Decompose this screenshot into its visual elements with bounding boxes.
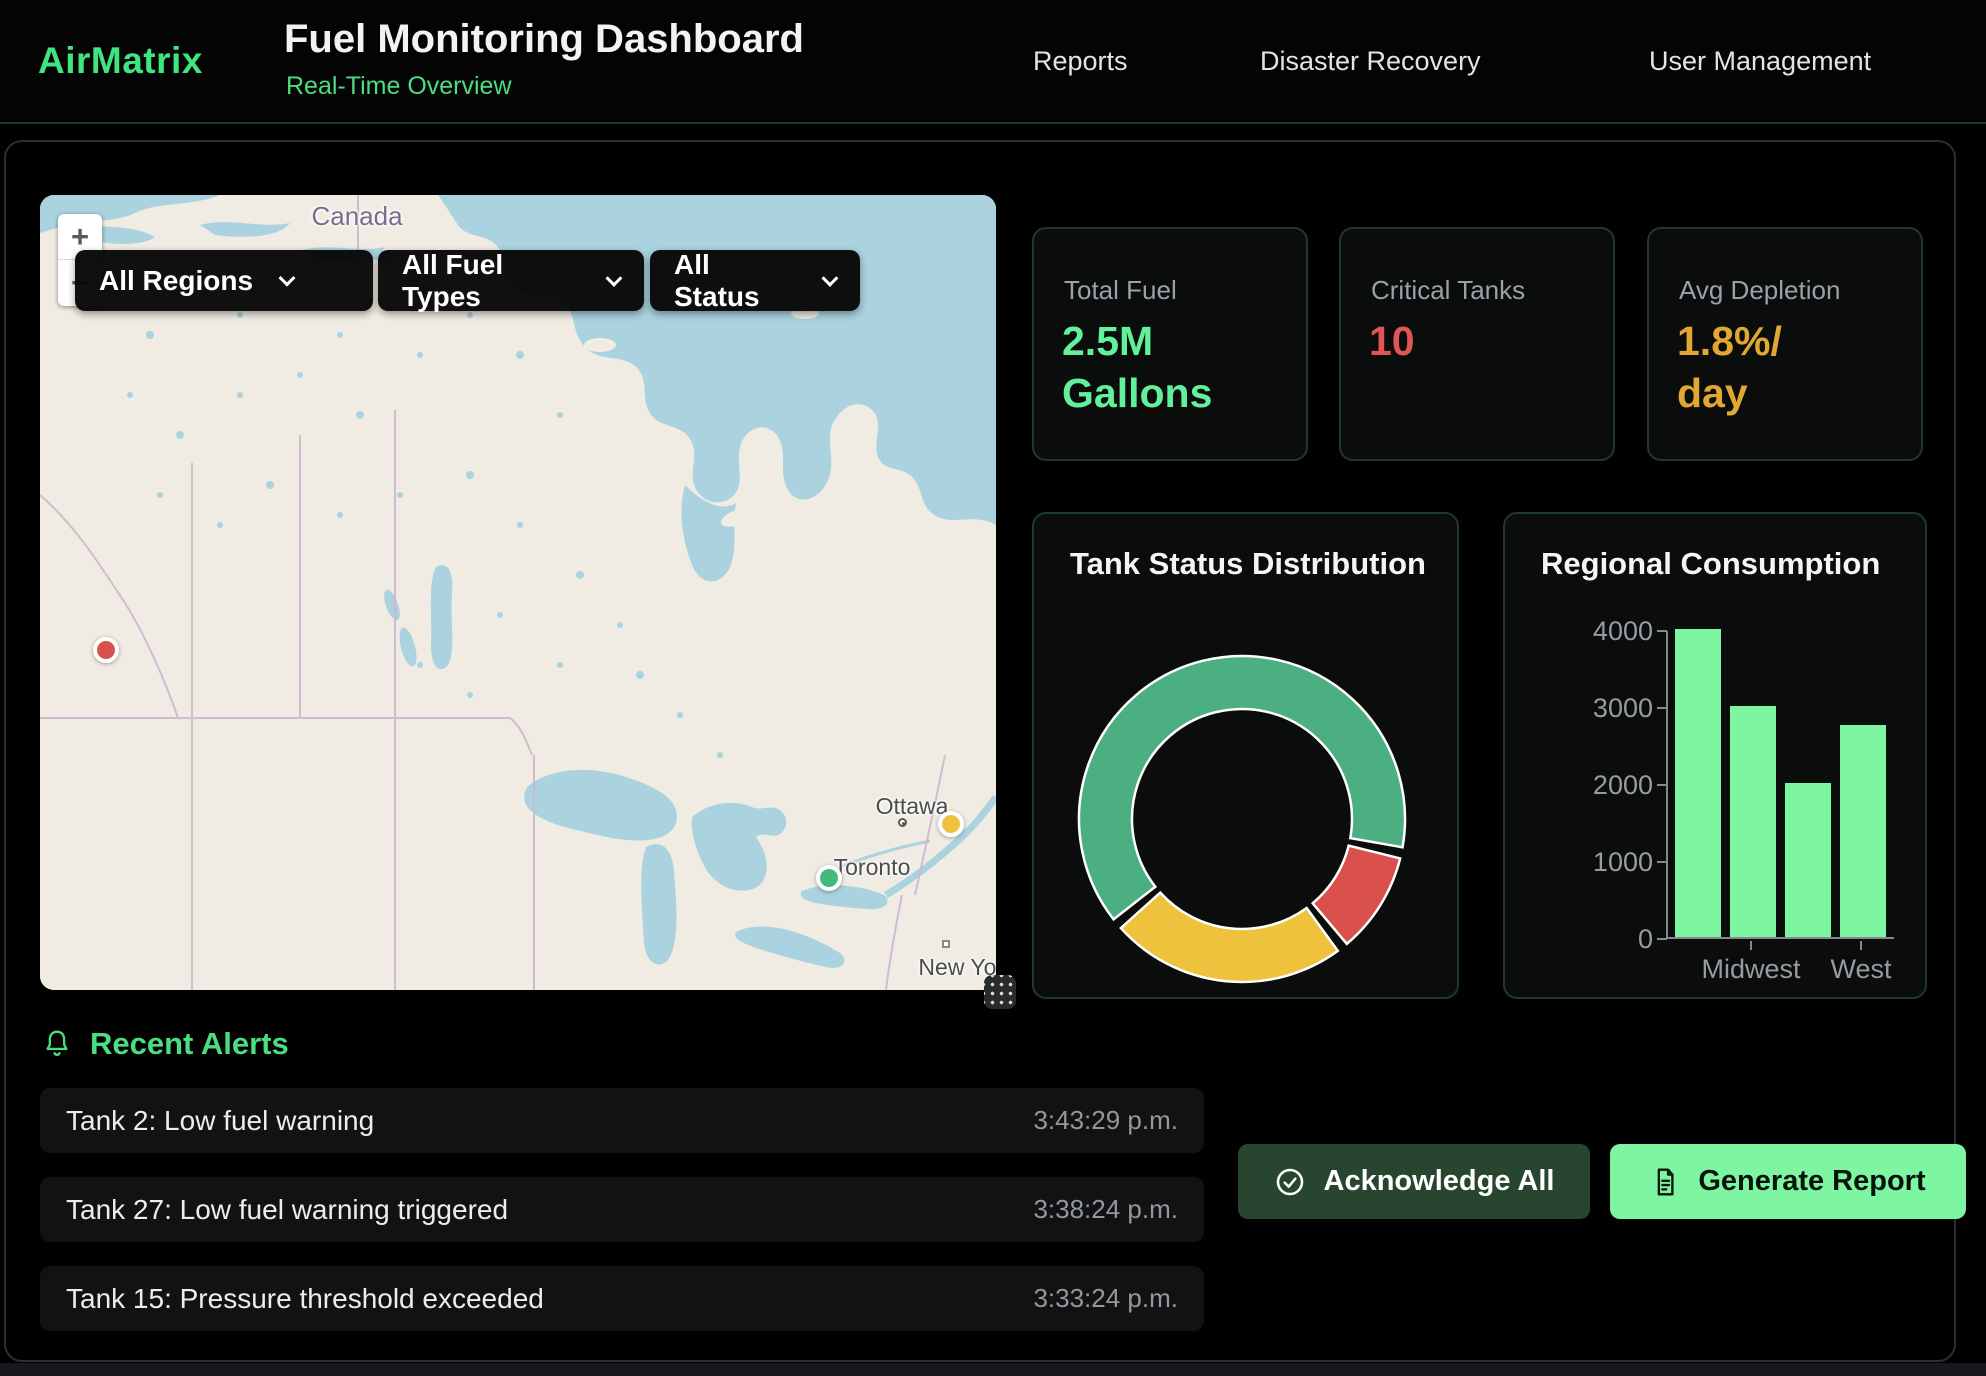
filter-regions-dropdown[interactable]: All Regions bbox=[75, 250, 373, 311]
filter-fuel-types-label: All Fuel Types bbox=[402, 249, 580, 313]
x-axis-tick-label: West bbox=[1830, 954, 1891, 985]
dashboard-panel: Canada Ottawa Toronto New York + − All R… bbox=[4, 140, 1956, 1362]
bar bbox=[1785, 783, 1831, 937]
bar bbox=[1730, 706, 1776, 937]
generate-report-label: Generate Report bbox=[1698, 1165, 1925, 1198]
page-bottom-strip bbox=[0, 1363, 1986, 1376]
stat-label: Critical Tanks bbox=[1371, 275, 1525, 306]
y-axis-tick-mark bbox=[1657, 784, 1667, 786]
stat-card-critical-tanks: Critical Tanks 10 bbox=[1339, 227, 1615, 461]
y-axis-tick-label: 3000 bbox=[1505, 693, 1653, 724]
bar bbox=[1840, 725, 1886, 937]
donut-chart bbox=[1034, 514, 1461, 1001]
acknowledge-all-button[interactable]: Acknowledge All bbox=[1238, 1144, 1590, 1219]
recent-alerts-title: Recent Alerts bbox=[90, 1026, 289, 1062]
alert-message: Tank 15: Pressure threshold exceeded bbox=[66, 1283, 544, 1315]
bar-chart-plot bbox=[1666, 631, 1894, 939]
recent-alerts-header: Recent Alerts bbox=[42, 1026, 289, 1062]
filter-status-label: All Status bbox=[674, 249, 796, 313]
map-drag-handle-icon[interactable] bbox=[984, 975, 1016, 1009]
bar-chart-title: Regional Consumption bbox=[1541, 546, 1880, 582]
page-subtitle: Real-Time Overview bbox=[286, 72, 512, 101]
alert-timestamp: 3:38:24 p.m. bbox=[1033, 1194, 1178, 1225]
stat-value: 2.5M Gallons bbox=[1062, 315, 1212, 419]
map[interactable]: Canada Ottawa Toronto New York + − All R… bbox=[40, 195, 996, 990]
stat-card-total-fuel: Total Fuel 2.5M Gallons bbox=[1032, 227, 1308, 461]
nav-reports[interactable]: Reports bbox=[1033, 46, 1128, 77]
bar bbox=[1675, 629, 1721, 937]
check-circle-icon bbox=[1274, 1166, 1306, 1198]
chevron-down-icon bbox=[279, 269, 296, 286]
nav-disaster-recovery[interactable]: Disaster Recovery bbox=[1260, 46, 1481, 77]
map-label-toronto: Toronto bbox=[834, 854, 911, 881]
alert-message: Tank 2: Low fuel warning bbox=[66, 1105, 374, 1137]
ottawa-city-dot bbox=[898, 818, 907, 827]
alert-message: Tank 27: Low fuel warning triggered bbox=[66, 1194, 508, 1226]
map-label-new-york: New York bbox=[918, 954, 996, 981]
alert-row[interactable]: Tank 27: Low fuel warning triggered 3:38… bbox=[40, 1177, 1204, 1242]
page-title: Fuel Monitoring Dashboard bbox=[284, 17, 804, 62]
fuel-monitoring-dashboard: { "header": { "logo": "AirMatrix", "titl… bbox=[0, 0, 1986, 1376]
alert-timestamp: 3:43:29 p.m. bbox=[1033, 1105, 1178, 1136]
y-axis-tick-label: 2000 bbox=[1505, 770, 1653, 801]
app-logo: AirMatrix bbox=[38, 40, 203, 82]
map-label-ottawa: Ottawa bbox=[876, 793, 949, 820]
filter-status-dropdown[interactable]: All Status bbox=[650, 250, 860, 311]
new-york-city-square bbox=[942, 940, 950, 948]
y-axis-tick-mark bbox=[1657, 707, 1667, 709]
filter-regions-label: All Regions bbox=[99, 265, 253, 297]
bell-icon bbox=[42, 1028, 72, 1060]
generate-report-button[interactable]: Generate Report bbox=[1610, 1144, 1966, 1219]
y-axis-tick-label: 4000 bbox=[1505, 616, 1653, 647]
filter-fuel-types-dropdown[interactable]: All Fuel Types bbox=[378, 250, 644, 311]
chevron-down-icon bbox=[822, 269, 839, 286]
x-axis-tick-label: Midwest bbox=[1701, 954, 1800, 985]
x-axis-tick-mark bbox=[1750, 941, 1752, 950]
regional-consumption-card: Regional Consumption 0 1000 2000 3000 4000 Mi… bbox=[1503, 512, 1927, 999]
stat-card-avg-depletion: Avg Depletion 1.8%/ day bbox=[1647, 227, 1923, 461]
alert-row[interactable]: Tank 2: Low fuel warning 3:43:29 p.m. bbox=[40, 1088, 1204, 1153]
alert-row[interactable]: Tank 15: Pressure threshold exceeded 3:3… bbox=[40, 1266, 1204, 1331]
top-bar: AirMatrix Fuel Monitoring Dashboard Real… bbox=[0, 0, 1986, 124]
tank-marker-normal[interactable] bbox=[816, 865, 842, 891]
stat-label: Total Fuel bbox=[1064, 275, 1177, 306]
acknowledge-all-label: Acknowledge All bbox=[1324, 1165, 1555, 1198]
y-axis-tick-mark bbox=[1657, 861, 1667, 863]
tank-marker-warning[interactable] bbox=[938, 811, 964, 837]
stat-value: 10 bbox=[1369, 315, 1415, 367]
map-label-canada: Canada bbox=[311, 201, 402, 232]
stat-label: Avg Depletion bbox=[1679, 275, 1840, 306]
tank-marker-critical[interactable] bbox=[93, 637, 119, 663]
stat-value: 1.8%/ day bbox=[1677, 315, 1782, 419]
report-document-icon bbox=[1650, 1166, 1680, 1198]
x-axis-tick-mark bbox=[1860, 941, 1862, 950]
tank-status-distribution-card: Tank Status Distribution bbox=[1032, 512, 1459, 999]
chevron-down-icon bbox=[606, 269, 623, 286]
alert-timestamp: 3:33:24 p.m. bbox=[1033, 1283, 1178, 1314]
nav-user-management[interactable]: User Management bbox=[1649, 46, 1871, 77]
y-axis-tick-label: 0 bbox=[1505, 924, 1653, 955]
y-axis-tick-mark bbox=[1657, 630, 1667, 632]
y-axis-tick-label: 1000 bbox=[1505, 847, 1653, 878]
y-axis-tick-mark bbox=[1657, 938, 1667, 940]
